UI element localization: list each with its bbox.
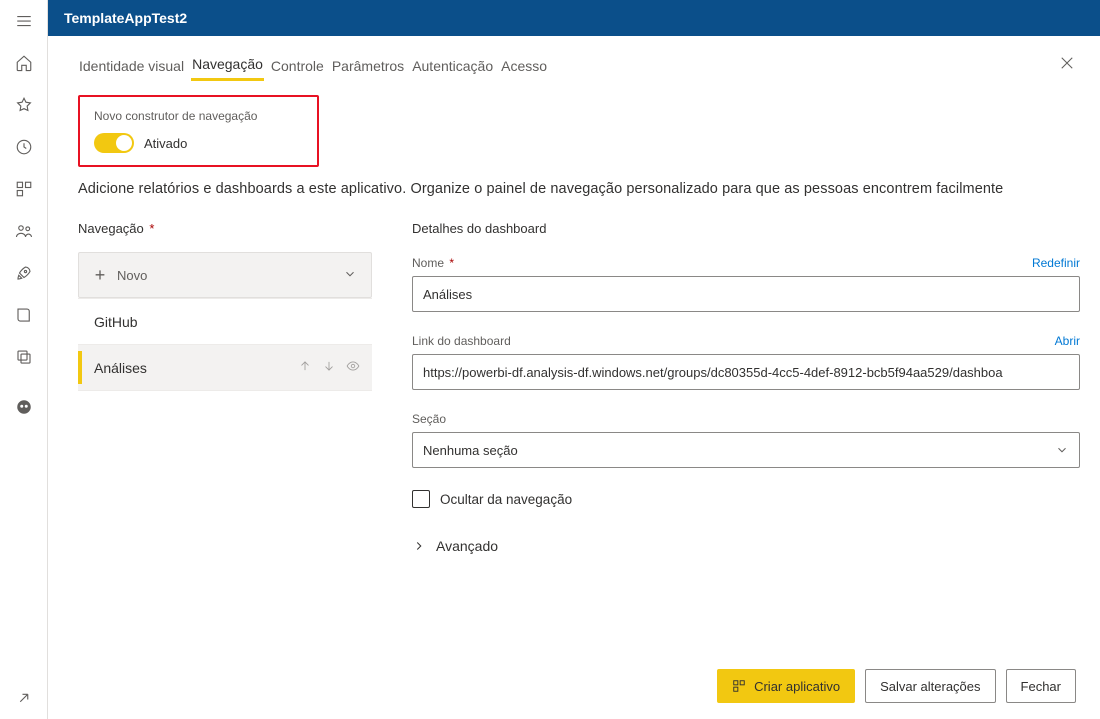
hide-label: Ocultar da navegação — [440, 492, 572, 507]
tab-par-metros[interactable]: Parâmetros — [331, 56, 405, 80]
tab-row: Identidade visualNavegaçãoControleParâme… — [78, 54, 1080, 81]
menu-icon[interactable] — [0, 0, 48, 42]
copy-icon[interactable] — [0, 336, 48, 378]
owl-icon[interactable] — [0, 386, 48, 428]
close-icon[interactable] — [1058, 54, 1076, 75]
chevron-down-icon — [1055, 443, 1069, 457]
advanced-expander[interactable]: Avançado — [412, 538, 1080, 554]
dashboard-link-input[interactable] — [412, 354, 1080, 390]
close-button[interactable]: Fechar — [1006, 669, 1076, 703]
footer-actions: Criar aplicativo Salvar alterações Fecha… — [717, 669, 1076, 703]
nav-item[interactable]: GitHub — [78, 299, 372, 345]
builder-toggle[interactable] — [94, 133, 134, 153]
create-app-button[interactable]: Criar aplicativo — [717, 669, 855, 703]
app-title: TemplateAppTest2 — [64, 10, 187, 26]
advanced-label: Avançado — [436, 538, 498, 554]
move-down-icon[interactable] — [322, 359, 336, 376]
page-description: Adicione relatórios e dashboards a este … — [78, 181, 1080, 197]
tab-navega-o[interactable]: Navegação — [191, 54, 264, 81]
tab-acesso[interactable]: Acesso — [500, 56, 548, 80]
builder-label: Novo construtor de navegação — [94, 109, 257, 123]
builder-state: Ativado — [144, 136, 187, 151]
chevron-down-icon — [343, 267, 357, 284]
name-label: Nome * — [412, 256, 454, 270]
app-icon — [732, 679, 746, 693]
nav-list: GitHub Análises — [78, 298, 372, 391]
open-link[interactable]: Abrir — [1055, 334, 1080, 348]
nav-item-label: GitHub — [94, 314, 138, 330]
expand-icon[interactable] — [0, 677, 48, 719]
visibility-icon[interactable] — [346, 359, 360, 376]
section-label: Seção — [412, 412, 446, 426]
section-select[interactable]: Nenhuma seção — [412, 432, 1080, 468]
details-title: Detalhes do dashboard — [412, 221, 1080, 236]
rocket-icon[interactable] — [0, 252, 48, 294]
save-button[interactable]: Salvar alterações — [865, 669, 995, 703]
app-icon[interactable] — [0, 168, 48, 210]
tab-identidade-visual[interactable]: Identidade visual — [78, 56, 185, 80]
app-title-bar: TemplateAppTest2 — [48, 0, 1100, 36]
link-label: Link do dashboard — [412, 334, 511, 348]
tab-controle[interactable]: Controle — [270, 56, 325, 80]
new-label: Novo — [117, 268, 147, 283]
name-input[interactable] — [412, 276, 1080, 312]
nav-item[interactable]: Análises — [78, 345, 372, 391]
left-nav-rail — [0, 0, 48, 719]
nav-builder-callout: Novo construtor de navegação Ativado — [78, 95, 319, 167]
nav-section-title: Navegação * — [78, 221, 372, 236]
move-up-icon[interactable] — [298, 359, 312, 376]
nav-item-label: Análises — [94, 360, 147, 376]
star-icon[interactable] — [0, 84, 48, 126]
home-icon[interactable] — [0, 42, 48, 84]
tab-autentica-o[interactable]: Autenticação — [411, 56, 494, 80]
plus-icon: + — [93, 268, 107, 282]
recent-icon[interactable] — [0, 126, 48, 168]
chevron-right-icon — [412, 539, 426, 553]
new-nav-item-button[interactable]: + Novo — [78, 252, 372, 298]
people-icon[interactable] — [0, 210, 48, 252]
hide-checkbox[interactable] — [412, 490, 430, 508]
book-icon[interactable] — [0, 294, 48, 336]
section-value: Nenhuma seção — [423, 443, 518, 458]
reset-link[interactable]: Redefinir — [1032, 256, 1080, 270]
